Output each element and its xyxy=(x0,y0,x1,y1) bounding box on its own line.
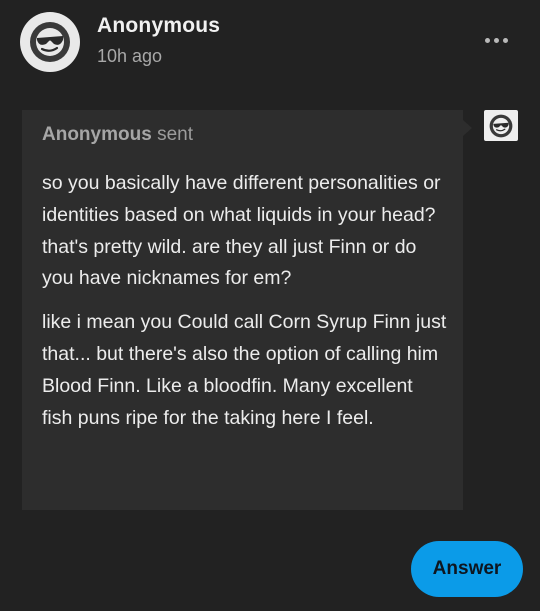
anonymous-sunglasses-icon xyxy=(489,114,513,137)
ask-sender-verb: sent xyxy=(157,124,193,145)
ask-sender-name: Anonymous xyxy=(42,124,152,145)
post-timestamp: 10h ago xyxy=(97,46,163,66)
author-avatar[interactable] xyxy=(20,12,80,72)
ask-message: so you basically have different personal… xyxy=(42,168,447,446)
more-options-button[interactable] xyxy=(478,28,514,52)
ask-sender-line: Anonymous sent xyxy=(42,124,193,146)
author-name[interactable]: Anonymous xyxy=(97,14,220,38)
ellipsis-icon xyxy=(484,37,490,43)
anonymous-sunglasses-icon xyxy=(30,22,70,62)
bubble-tail xyxy=(463,120,472,136)
ask-bubble: Anonymous sent so you basically have dif… xyxy=(22,110,463,510)
ask-paragraph: so you basically have different personal… xyxy=(42,172,441,290)
answer-button[interactable]: Answer xyxy=(411,541,523,597)
post-header: Anonymous 10h ago xyxy=(0,0,540,90)
recipient-avatar[interactable] xyxy=(484,110,518,141)
ask-paragraph: like i mean you Could call Corn Syrup Fi… xyxy=(42,311,447,429)
